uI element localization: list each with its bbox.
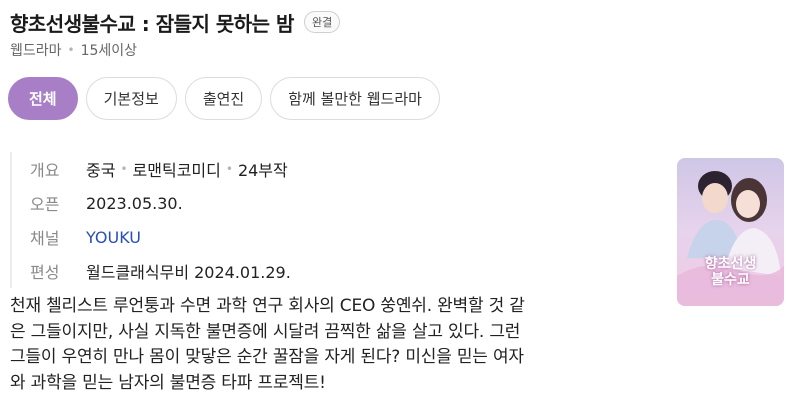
tab-cast[interactable]: 출연진 bbox=[184, 77, 263, 120]
info-row-channel: 채널 YOUKU bbox=[30, 220, 291, 254]
info-key-open: 오픈 bbox=[30, 195, 60, 214]
separator-dot: • bbox=[225, 162, 233, 176]
tab-all[interactable]: 전체 bbox=[8, 77, 78, 120]
info-value-overview: 중국 • 로맨틱코미디 • 24부작 bbox=[86, 157, 288, 181]
info-key-format: 편성 bbox=[30, 263, 60, 282]
title-row: 향초선생불수교 : 잠들지 못하는 밤 완결 bbox=[10, 6, 341, 38]
format-value: 월드클래식무비 2024.01.29. bbox=[86, 263, 291, 282]
synopsis-text: 천재 첼리스트 루언퉁과 수면 과학 연구 회사의 CEO 쑹옌쉬. 완벽할 것… bbox=[10, 294, 660, 396]
genre-value: 로맨틱코미디 bbox=[132, 161, 221, 180]
channel-link[interactable]: YOUKU bbox=[86, 228, 141, 247]
tab-bar: 전체 기본정보 출연진 함께 볼만한 웹드라마 bbox=[8, 77, 440, 120]
info-row-overview: 개요 중국 • 로맨틱코미디 • 24부작 bbox=[30, 152, 291, 186]
episodes-value: 24부작 bbox=[237, 161, 288, 180]
separator-dot: • bbox=[67, 43, 75, 57]
poster-image[interactable]: 향초선생 불수교 bbox=[677, 158, 784, 306]
synopsis-line: 천재 첼리스트 루언퉁과 수면 과학 연구 회사의 CEO 쑹옌쉬. 완벽할 것… bbox=[10, 296, 525, 316]
meta-row: 웹드라마 • 15세이상 bbox=[10, 40, 137, 60]
tab-basic-info[interactable]: 기본정보 bbox=[85, 77, 177, 120]
info-key-channel: 채널 bbox=[30, 229, 60, 248]
synopsis-line: 와 과학을 믿는 남자의 불면증 타파 프로젝트! bbox=[10, 372, 326, 393]
genre-label: 웹드라마 bbox=[10, 43, 62, 59]
synopsis-line: 은 그들이지만, 사실 지독한 불면증에 시달려 끔찍한 삶을 살고 있다. 그… bbox=[10, 321, 521, 342]
info-key-overview: 개요 bbox=[30, 161, 60, 180]
poster-title: 향초선생 불수교 bbox=[677, 256, 784, 288]
poster-title-line2: 불수교 bbox=[711, 272, 750, 288]
separator-dot: • bbox=[120, 162, 128, 176]
man-face-shape bbox=[702, 183, 728, 213]
tab-related-webdramas[interactable]: 함께 볼만한 웹드라마 bbox=[270, 77, 440, 120]
info-row-format: 편성 월드클래식무비 2024.01.29. bbox=[30, 254, 291, 288]
poster-title-line1: 향초선생 bbox=[704, 256, 757, 272]
drama-title[interactable]: 향초선생불수교 : 잠들지 못하는 밤 bbox=[10, 8, 294, 37]
country-value: 중국 bbox=[86, 161, 116, 180]
info-row-open: 오픈 2023.05.30. bbox=[30, 186, 291, 220]
woman-face-shape bbox=[736, 190, 760, 218]
synopsis-line: 그들이 우연히 만나 몸이 맞닿은 순간 꿀잠을 자게 된다? 미신을 믿는 여… bbox=[10, 347, 524, 367]
open-date-value: 2023.05.30. bbox=[86, 193, 183, 213]
info-panel: 개요 중국 • 로맨틱코미디 • 24부작 오픈 2023.05.30. 채널 … bbox=[10, 152, 291, 288]
status-badge: 완결 bbox=[303, 11, 341, 33]
age-rating-label: 15세이상 bbox=[80, 43, 138, 59]
